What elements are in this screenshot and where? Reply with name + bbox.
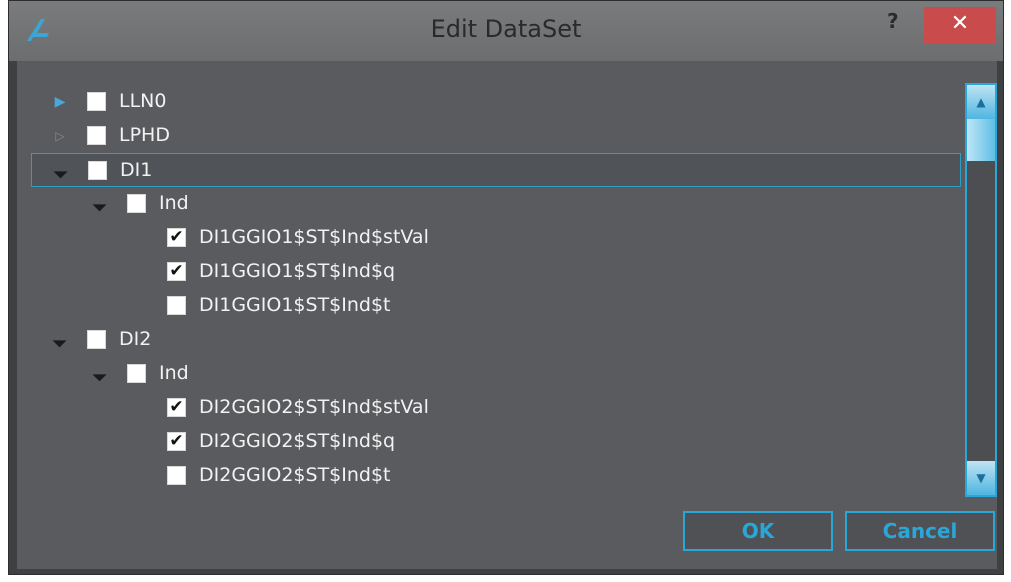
vertical-scrollbar[interactable]: ▲ ▼	[965, 83, 997, 497]
dataset-tree: ▶ LLN0 ▷ LPHD ◢ DI1 ◢ Ind ✔ DI1GGIO1$ST$Ind$stVal…	[31, 81, 961, 501]
tree-item-label: Ind	[159, 362, 189, 384]
scroll-down-arrow-icon[interactable]: ▼	[967, 461, 995, 495]
expand-arrow-open-icon[interactable]: ◢	[51, 161, 71, 181]
cancel-button[interactable]: Cancel	[845, 511, 995, 551]
tree-checkbox[interactable]	[87, 92, 106, 111]
ok-button[interactable]: OK	[683, 511, 833, 551]
tree-item-label: DI2GGIO2$ST$Ind$stVal	[199, 396, 429, 418]
tree-item-label: Ind	[159, 192, 189, 214]
tree-checkbox[interactable]: ✔	[167, 262, 186, 281]
expand-arrow-closed-icon[interactable]: ▶	[53, 94, 67, 110]
tree-row[interactable]: ◢ DI1	[31, 153, 961, 187]
tree-checkbox[interactable]: ✔	[167, 398, 186, 417]
tree-checkbox[interactable]	[167, 296, 186, 315]
help-button[interactable]: ?	[887, 9, 899, 33]
dialog-content: ▶ LLN0 ▷ LPHD ◢ DI1 ◢ Ind ✔ DI1GGIO1$ST$Ind$stVal…	[17, 61, 997, 569]
tree-row[interactable]: DI1GGIO1$ST$Ind$t	[31, 289, 961, 323]
tree-item-label: DI2GGIO2$ST$Ind$t	[199, 464, 391, 486]
expand-arrow-open-icon[interactable]: ◢	[50, 330, 70, 350]
tree-checkbox[interactable]	[127, 364, 146, 383]
tree-checkbox[interactable]: ✔	[167, 432, 186, 451]
tree-item-label: DI2	[119, 328, 152, 350]
tree-row[interactable]: ◢ DI2	[31, 323, 961, 357]
expand-arrow-open-icon[interactable]: ◢	[90, 194, 110, 214]
window-title: Edit DataSet	[430, 15, 582, 43]
expand-arrow-open-icon[interactable]: ◢	[90, 364, 110, 384]
tree-checkbox[interactable]	[127, 194, 146, 213]
tree-row[interactable]: ✔ DI1GGIO1$ST$Ind$stVal	[31, 221, 961, 255]
edit-dataset-dialog: Edit DataSet ? ✕ ▶ LLN0 ▷ LPHD ◢ DI1 ◢ Ind ✔ DI1G…	[8, 0, 1004, 575]
tree-row[interactable]: ✔ DI2GGIO2$ST$Ind$q	[31, 425, 961, 459]
title-bar[interactable]: Edit DataSet ? ✕	[9, 1, 1003, 61]
tree-row[interactable]: ✔ DI2GGIO2$ST$Ind$stVal	[31, 391, 961, 425]
tree-item-label: DI1	[120, 159, 153, 181]
tree-item-label: DI1GGIO1$ST$Ind$stVal	[199, 226, 429, 248]
tree-row[interactable]: ▷ LPHD	[31, 119, 961, 153]
tree-row[interactable]: ◢ Ind	[31, 357, 961, 391]
tree-row[interactable]: ✔ DI1GGIO1$ST$Ind$q	[31, 255, 961, 289]
tree-row[interactable]: ▶ LLN0	[31, 85, 961, 119]
tree-checkbox[interactable]	[88, 161, 107, 180]
tree-checkbox[interactable]: ✔	[167, 228, 186, 247]
tree-item-label: DI2GGIO2$ST$Ind$q	[199, 430, 396, 452]
scroll-up-arrow-icon[interactable]: ▲	[967, 85, 995, 119]
tree-checkbox[interactable]	[167, 466, 186, 485]
scrollbar-thumb[interactable]	[967, 119, 995, 161]
expand-arrow-closed-icon[interactable]: ▷	[53, 129, 67, 143]
tree-row[interactable]: ◢ Ind	[31, 187, 961, 221]
tree-checkbox[interactable]	[87, 330, 106, 349]
tree-row[interactable]: DI2GGIO2$ST$Ind$t	[31, 459, 961, 493]
tree-item-label: LPHD	[119, 124, 170, 146]
tree-item-label: DI1GGIO1$ST$Ind$q	[199, 260, 396, 282]
tree-item-label: DI1GGIO1$ST$Ind$t	[199, 294, 391, 316]
tree-checkbox[interactable]	[87, 126, 106, 145]
tree-item-label: LLN0	[119, 90, 167, 112]
close-button[interactable]: ✕	[924, 7, 996, 43]
